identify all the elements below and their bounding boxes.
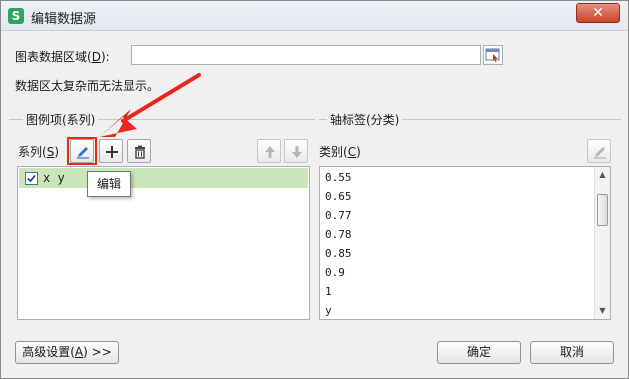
trash-icon (135, 145, 145, 159)
list-item: 0.55 (325, 171, 352, 184)
category-scrollbar[interactable]: ▲ ▼ (594, 167, 610, 319)
edit-data-source-dialog: S 编辑数据源 ✕ 图表数据区域(D): 数据区太复杂而无法显示。 图例项(系列… (0, 0, 629, 379)
scroll-down-arrow-icon[interactable]: ▼ (595, 303, 610, 319)
arrow-up-icon (265, 146, 275, 158)
series-item-label: x y (43, 171, 65, 185)
range-select-button[interactable] (483, 45, 503, 65)
series-list[interactable]: x y (17, 166, 310, 320)
list-item: 1 (325, 285, 332, 298)
ok-button[interactable]: 确定 (437, 341, 521, 364)
dialog-title: 编辑数据源 (31, 12, 97, 27)
data-range-label: 图表数据区域(D): (15, 50, 110, 64)
edit-tooltip: 编辑 (87, 171, 131, 197)
series-label: 系列(S) (18, 145, 59, 159)
close-button[interactable]: ✕ (576, 3, 620, 23)
list-item: 0.9 (325, 266, 345, 279)
annotation-arrow-icon (99, 73, 201, 137)
scroll-up-arrow-icon[interactable]: ▲ (595, 167, 610, 183)
list-item: 0.85 (325, 247, 352, 260)
data-range-input[interactable] (131, 45, 481, 65)
edit-category-button[interactable] (587, 139, 611, 163)
list-item: y (325, 304, 332, 317)
list-item: 0.65 (325, 190, 352, 203)
advanced-settings-button[interactable]: 高级设置(A) >> (15, 341, 119, 364)
category-label: 类别(C) (319, 145, 361, 159)
highlight-frame (67, 137, 97, 165)
move-down-button[interactable] (284, 139, 308, 163)
arrow-down-icon (292, 146, 302, 158)
series-group-title: 图例项(系列) (23, 111, 99, 128)
check-icon (27, 174, 36, 183)
scroll-thumb[interactable] (597, 194, 608, 226)
list-item: 0.77 (325, 209, 352, 222)
list-item[interactable]: x y (19, 168, 308, 188)
series-checkbox[interactable] (25, 172, 38, 185)
category-group-title: 轴标签(分类) (327, 111, 403, 128)
cancel-button[interactable]: 取消 (530, 341, 614, 364)
title-bar: S 编辑数据源 ✕ (1, 1, 628, 31)
range-picker-icon (485, 48, 500, 62)
pencil-icon (594, 147, 606, 159)
category-list[interactable]: 0.55 0.65 0.77 0.78 0.85 0.9 1 y ▲ ▼ (319, 166, 611, 320)
app-logo-icon: S (8, 8, 24, 24)
list-item: 0.78 (325, 228, 352, 241)
move-up-button[interactable] (257, 139, 281, 163)
plus-icon (106, 146, 118, 158)
